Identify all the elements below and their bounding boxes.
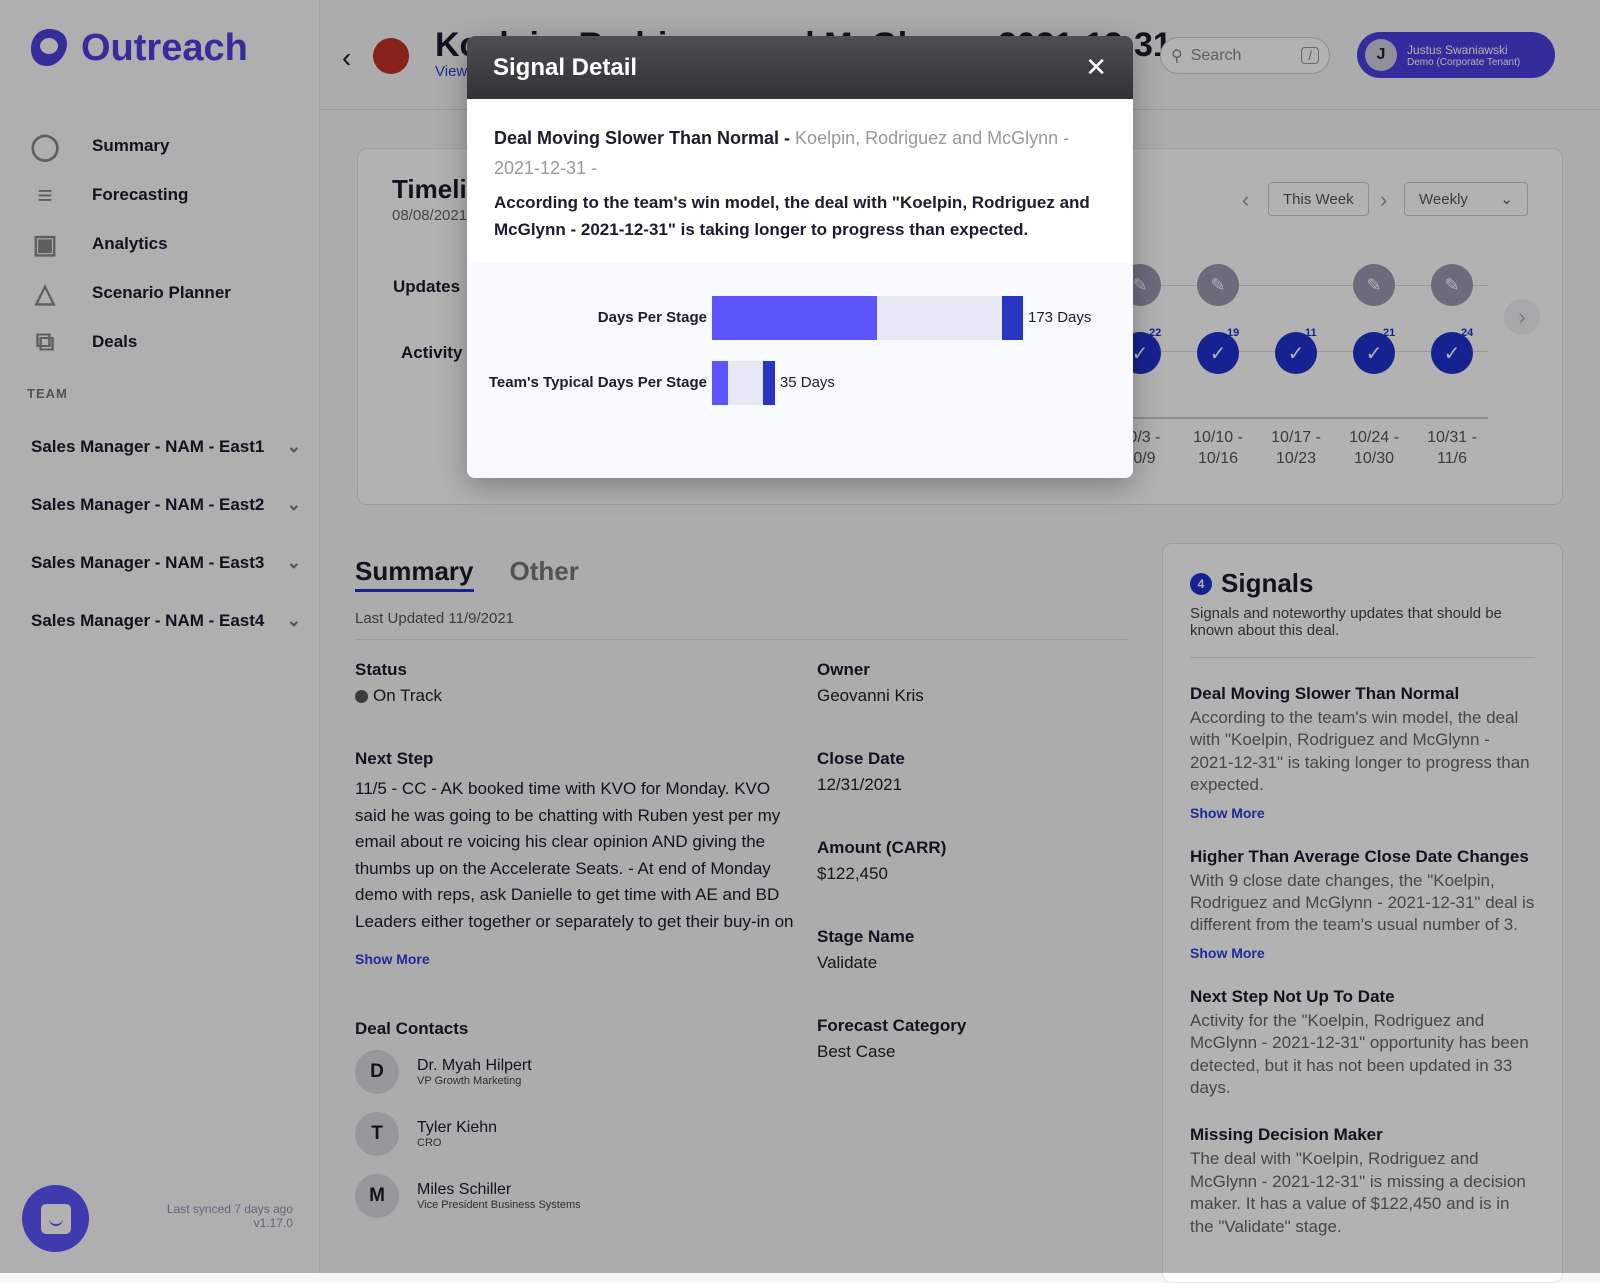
signal-name: Deal Moving Slower Than Normal bbox=[494, 128, 780, 148]
signal-description: According to the team's win model, the d… bbox=[494, 193, 1090, 239]
modal-header: Signal Detail ✕ bbox=[467, 36, 1133, 99]
bar-cap bbox=[1002, 296, 1023, 340]
signal-detail-modal: Signal Detail ✕ Deal Moving Slower Than N… bbox=[467, 36, 1133, 478]
bar-value-label: 35 Days bbox=[779, 374, 835, 391]
bar-label: Team's Typical Days Per Stage bbox=[488, 374, 707, 391]
bar-fill bbox=[712, 296, 877, 340]
bar-label: Days Per Stage bbox=[597, 309, 707, 326]
bar-fill bbox=[712, 361, 728, 405]
separator: - bbox=[779, 128, 796, 148]
close-icon[interactable]: ✕ bbox=[1085, 52, 1107, 83]
days-per-stage-chart: Days Per Stage 173 Days Team's Typical Day… bbox=[467, 263, 1133, 478]
bar-cap bbox=[762, 361, 775, 405]
signal-heading: Deal Moving Slower Than Normal - Koelpin… bbox=[494, 128, 1070, 178]
modal-title: Signal Detail bbox=[493, 53, 638, 81]
bar-value-label: 173 Days bbox=[1028, 309, 1092, 326]
